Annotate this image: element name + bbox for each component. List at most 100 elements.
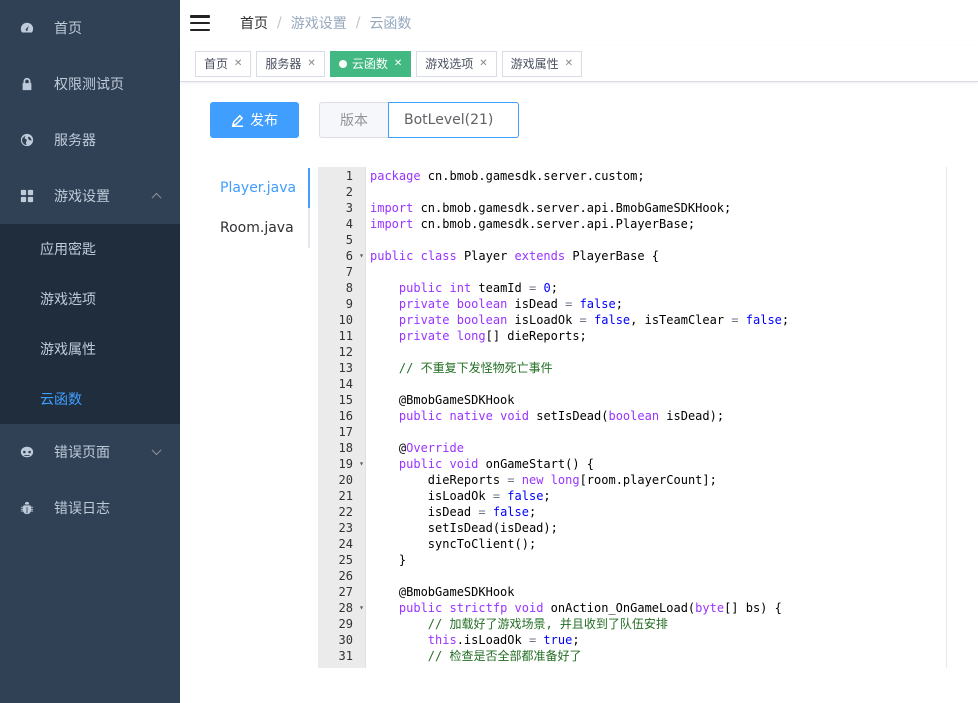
line-number: 3 [345,201,353,215]
close-icon[interactable]: ✕ [307,58,315,69]
line-number: 8 [345,281,353,295]
submenu-item-game-attributes[interactable]: 游戏属性 [0,324,180,374]
fold-arrow-icon[interactable]: ▾ [359,248,364,264]
hamburger-menu-icon[interactable] [190,15,210,31]
code-line: 18 @Override [318,440,946,456]
code-text: isDead = false; [370,505,537,519]
line-number: 10 [338,313,353,327]
code-text: import cn.bmob.gamesdk.server.api.BmobGa… [370,201,732,215]
version-label: 版本 [319,102,388,138]
fold-arrow-icon[interactable]: ▾ [359,456,364,472]
line-number: 24 [338,537,353,551]
dashboard-icon [20,21,34,35]
submenu-item-app-keys[interactable]: 应用密匙 [0,224,180,274]
close-icon[interactable]: ✕ [394,58,402,69]
line-number: 16 [338,409,353,423]
code-line: 25 } [318,552,946,568]
sidebar-item-permission-test[interactable]: 权限测试页 [0,56,180,112]
code-line: 11 private long[] dieReports; [318,328,946,344]
code-line: 27 @BmobGameSDKHook [318,584,946,600]
sidebar-item-label: 错误页面 [54,445,110,461]
bug-icon [20,501,34,515]
tag-game-attributes[interactable]: 游戏属性 ✕ [501,50,583,77]
code-text: public native void setIsDead(boolean isD… [398,409,725,423]
code-text: private boolean isDead = false; [398,297,623,311]
sidebar-item-error-log[interactable]: 错误日志 [0,480,180,536]
publish-button-label: 发布 [250,113,278,129]
code-text: public int teamId = 0; [398,281,558,295]
line-number: 29 [338,617,353,631]
code-editor[interactable]: 1 package cn.bmob.gamesdk.server.custom; 2… [318,167,947,668]
code-text: private boolean isLoadOk = false, isTeam… [398,313,790,327]
tag-label: 游戏选项 [425,57,474,71]
chevron-down-icon [151,445,162,456]
sidebar-item-home[interactable]: 首页 [0,0,180,56]
tag-servers[interactable]: 服务器 ✕ [256,50,325,77]
breadcrumb-item-home[interactable]: 首页 [240,13,268,33]
version-input[interactable] [388,102,519,138]
globe-icon [20,133,34,147]
code-line: 28 ▾ public strictfp void onAction_OnGame… [318,600,946,616]
code-line: 24 syncToClient(); [318,536,946,552]
code-text: this.isLoadOk = true; [427,633,580,647]
code-text: setIsDead(isDead); [370,521,558,535]
code-line: 22 isDead = false; [318,504,946,520]
code-text: dieReports = new long[room.playerCount]; [370,473,717,487]
code-text: @BmobGameSDKHook [370,393,515,407]
tag-game-options[interactable]: 游戏选项 ✕ [416,50,497,77]
tag-label: 首页 [204,57,229,71]
line-number: 21 [338,489,353,503]
submenu-item-game-options[interactable]: 游戏选项 [0,274,180,324]
code-text: public strictfp void onAction_OnGameLoad… [398,601,782,615]
line-number: 12 [338,345,353,359]
tag-cloud-functions[interactable]: 云函数 ✕ [329,50,412,77]
grid-icon [20,189,34,203]
code-text: @BmobGameSDKHook [370,585,515,599]
line-number: 2 [345,185,353,199]
code-line: 3 import cn.bmob.gamesdk.server.api.BmobG… [318,200,946,216]
tags-view: 首页 ✕ 服务器 ✕ 云函数 ✕ 游戏选项 ✕ 游戏属性 ✕ [180,46,978,82]
close-icon[interactable]: ✕ [565,58,573,69]
line-number: 22 [338,505,353,519]
close-icon[interactable]: ✕ [479,58,487,69]
line-number: 7 [345,265,353,279]
breadcrumb: 首页 / 游戏设置 / 云函数 [240,13,411,33]
submenu-item-cloud-functions[interactable]: 云函数 [0,374,180,424]
tag-home[interactable]: 首页 ✕ [195,50,252,77]
line-number: 6 ▾ [345,248,364,264]
line-number: 27 [338,585,353,599]
sidebar-item-error-pages[interactable]: 错误页面 [0,424,180,480]
code-line: 5 [318,232,946,248]
file-tab-player[interactable]: Player.java [210,168,308,208]
publish-button[interactable]: 发布 [210,102,299,138]
line-number: 11 [338,329,353,343]
sidebar-item-label: 错误日志 [54,501,110,517]
tag-label: 服务器 [265,57,302,71]
line-number: 13 [338,361,353,375]
code-text: // 加载好了游戏场景, 并且收到了队伍安排 [427,617,668,631]
fold-arrow-icon[interactable]: ▾ [359,600,364,616]
app-root: 首页 权限测试页 服务器 游戏设置 应用密匙 游戏选项 游戏属性 云函数 错误页… [0,0,978,703]
code-text: import cn.bmob.gamesdk.server.api.Player… [370,217,696,231]
close-icon[interactable]: ✕ [234,58,242,69]
sidebar-item-servers[interactable]: 服务器 [0,112,180,168]
code-text: private long[] dieReports; [398,329,587,343]
file-tab-room[interactable]: Room.java [210,208,308,248]
404-icon [20,445,34,459]
code-text: @Override [370,441,464,455]
code-line: 26 [318,568,946,584]
line-number: 25 [338,553,353,567]
code-line: 21 isLoadOk = false; [318,488,946,504]
file-tabs: Player.java Room.java [210,168,310,248]
line-number: 18 [338,441,353,455]
game-settings-submenu: 应用密匙 游戏选项 游戏属性 云函数 [0,224,180,424]
edit-icon [231,114,244,127]
line-number: 30 [338,633,353,647]
code-text: package cn.bmob.gamesdk.server.custom; [370,169,645,183]
line-number: 14 [338,377,353,391]
sidebar-item-game-settings[interactable]: 游戏设置 [0,168,180,224]
